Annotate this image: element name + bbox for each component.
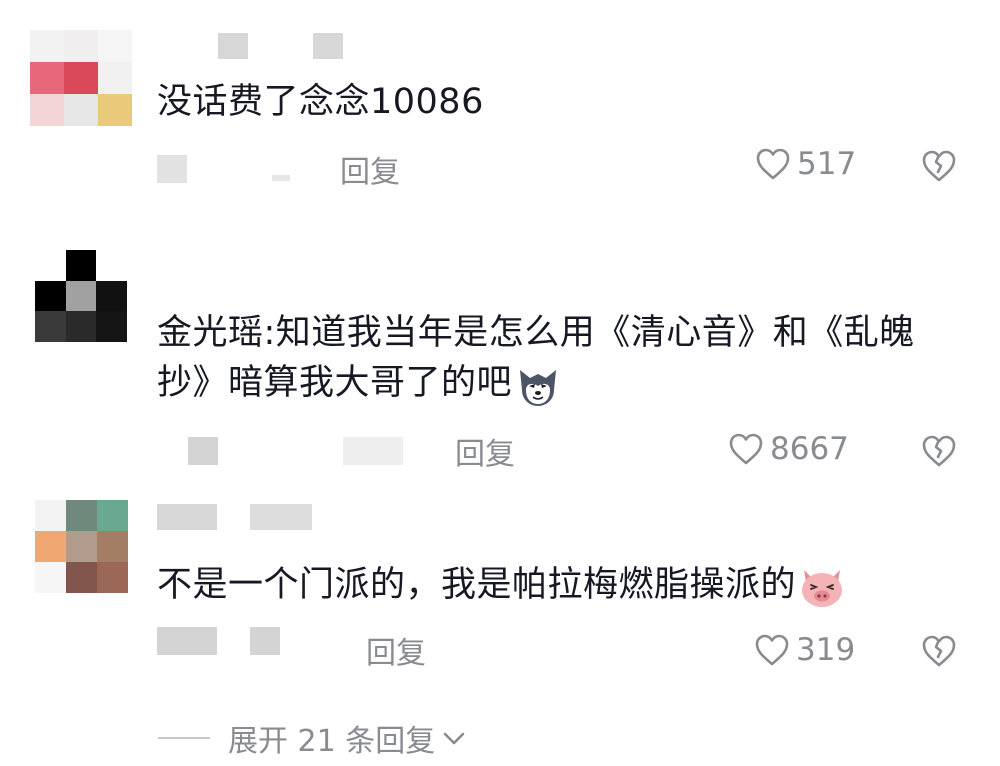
location-redacted	[250, 627, 280, 655]
avatar-pixel	[64, 62, 98, 94]
avatar-pixel	[97, 531, 128, 562]
avatar-pixel	[65, 311, 97, 343]
avatar[interactable]	[35, 250, 128, 343]
location-redacted	[343, 437, 403, 465]
avatar-pixel	[66, 531, 97, 562]
avatar-pixel	[98, 94, 132, 126]
heart-icon	[729, 433, 763, 465]
reply-button[interactable]: 回复	[340, 147, 400, 191]
avatar-pixel	[35, 311, 66, 343]
reply-button[interactable]: 回复	[455, 429, 515, 473]
avatar-pixel	[35, 500, 66, 531]
avatar-pixel	[30, 94, 64, 126]
avatar-pixel	[96, 311, 128, 343]
timestamp-redacted	[157, 155, 187, 183]
avatar-pixel	[35, 531, 66, 562]
avatar-pixel	[64, 30, 98, 62]
location-redacted	[272, 175, 290, 181]
avatar-pixel	[65, 280, 97, 312]
reply-button[interactable]: 回复	[366, 628, 426, 672]
comment-text: 没话费了念念10086	[157, 82, 484, 122]
avatar-pixel	[30, 30, 64, 62]
avatar-pixel	[66, 500, 97, 531]
avatar-pixel	[64, 94, 98, 126]
pig-face-emoji	[802, 570, 843, 607]
like-count: 517	[797, 146, 857, 182]
timestamp-redacted	[157, 627, 217, 655]
avatar-pixel	[30, 62, 64, 94]
like-button[interactable]: 8667	[728, 431, 849, 467]
avatar-pixel	[66, 562, 97, 593]
heart-icon	[756, 148, 790, 180]
broken-heart-icon[interactable]	[921, 634, 957, 668]
username-redacted[interactable]	[313, 33, 343, 59]
avatar-pixel	[35, 562, 66, 593]
avatar-pixel	[98, 30, 132, 62]
username-redacted[interactable]	[250, 504, 312, 530]
expand-replies-label: 展开 21 条回复	[228, 724, 436, 759]
username-redacted[interactable]	[218, 33, 248, 59]
like-count: 319	[796, 632, 856, 668]
wolf-emoji	[520, 370, 557, 406]
avatar-pixel	[35, 250, 66, 281]
broken-heart-icon[interactable]	[921, 149, 957, 183]
avatar-pixel	[98, 62, 132, 94]
comment-text: 不是一个门派的，我是帕拉梅燃脂操派的	[157, 560, 957, 610]
timestamp-redacted	[188, 437, 218, 465]
comment-text: 金光瑶:知道我当年是怎么用《清心音》和《乱魄抄》暗算我大哥了的吧	[157, 308, 957, 408]
avatar-pixel	[96, 250, 128, 281]
broken-heart-icon[interactable]	[921, 434, 957, 468]
avatar-pixel	[96, 280, 128, 312]
like-button[interactable]: 319	[754, 632, 855, 668]
heart-icon	[755, 634, 789, 666]
avatar-pixel	[35, 280, 66, 312]
avatar[interactable]	[30, 30, 132, 126]
comment-text-content: 不是一个门派的，我是帕拉梅燃脂操派的	[157, 565, 797, 605]
avatar-pixel	[65, 250, 97, 281]
avatar[interactable]	[35, 500, 128, 593]
like-count: 8667	[770, 431, 849, 467]
avatar-pixel	[97, 562, 128, 593]
avatar-pixel	[97, 500, 128, 531]
expand-replies-button[interactable]: 展开 21 条回复	[158, 716, 469, 760]
chevron-down-icon	[443, 732, 465, 745]
username-redacted[interactable]	[157, 504, 217, 530]
divider	[158, 737, 210, 739]
like-button[interactable]: 517	[755, 146, 856, 182]
